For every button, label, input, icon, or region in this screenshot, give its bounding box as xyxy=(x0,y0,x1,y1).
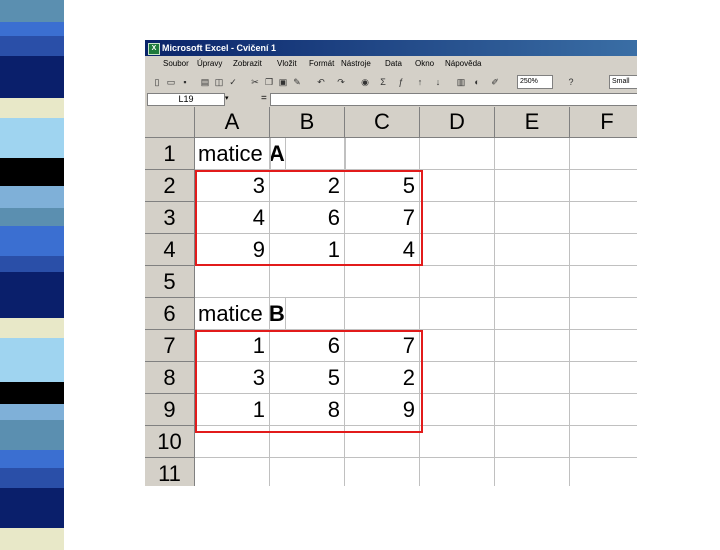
strip-block xyxy=(0,118,64,144)
strip-block xyxy=(0,488,64,512)
print-icon[interactable]: ▤ xyxy=(199,75,211,89)
menu-upravy[interactable]: Úpravy xyxy=(197,56,222,72)
spreadsheet-grid: A B C D E F 1 2 3 4 5 6 7 8 9 10 11 mati… xyxy=(145,107,637,486)
menu-format[interactable]: Formát xyxy=(309,56,334,72)
strip-block xyxy=(0,528,64,550)
menu-zobrazit[interactable]: Zobrazit xyxy=(233,56,262,72)
excel-icon: X xyxy=(148,43,160,55)
strip-block xyxy=(0,450,64,468)
spelling-icon[interactable]: ✓ xyxy=(227,75,239,89)
strip-block xyxy=(0,272,64,294)
menu-okno[interactable]: Okno xyxy=(415,56,434,72)
grid-line xyxy=(569,138,570,486)
strip-block xyxy=(0,186,64,208)
strip-block xyxy=(0,468,64,488)
function-icon[interactable]: ƒ xyxy=(395,75,407,89)
sort-desc-icon[interactable]: ↓ xyxy=(431,75,445,89)
column-header-c[interactable]: C xyxy=(345,107,420,137)
select-all-corner[interactable] xyxy=(145,107,195,137)
strip-block xyxy=(0,144,64,158)
column-header-e[interactable]: E xyxy=(495,107,570,137)
strip-block xyxy=(0,382,64,404)
strip-block xyxy=(0,318,64,338)
grid-line xyxy=(269,138,270,486)
new-icon[interactable]: ▯ xyxy=(151,75,163,89)
standard-toolbar: ▯ ▭ ▪ ▤ ◫ ✓ ✂ ❐ ▣ ✎ ↶ ↷ ◉ Σ ƒ ↑ ↓ ▥ ◐ ✐ … xyxy=(145,72,637,92)
formula-bar: L19 ▾ = xyxy=(145,92,637,106)
column-header-a[interactable]: A xyxy=(195,107,270,137)
cut-icon[interactable]: ✂ xyxy=(249,75,261,89)
strip-block xyxy=(0,208,64,226)
menu-bar: Soubor Úpravy Zobrazit Vložit Formát Nás… xyxy=(145,56,637,72)
window-title: Microsoft Excel - Cvičení 1 xyxy=(162,43,277,53)
name-box[interactable]: L19 xyxy=(147,93,225,106)
map-icon[interactable]: ◐ xyxy=(471,75,483,89)
zoom-select[interactable]: 250% xyxy=(517,75,553,89)
menu-napoveda[interactable]: Nápověda xyxy=(445,56,481,72)
strip-block xyxy=(0,0,64,22)
column-header-f[interactable]: F xyxy=(570,107,637,137)
chart-wizard-icon[interactable]: ▥ xyxy=(455,75,467,89)
column-headers: A B C D E F xyxy=(145,107,637,138)
strip-block xyxy=(0,420,64,450)
preview-icon[interactable]: ◫ xyxy=(213,75,225,89)
open-icon[interactable]: ▭ xyxy=(165,75,177,89)
undo-icon[interactable]: ↶ xyxy=(315,75,327,89)
redo-icon[interactable]: ↷ xyxy=(335,75,347,89)
strip-block xyxy=(0,256,64,272)
menu-vlozit[interactable]: Vložit xyxy=(277,56,297,72)
strip-block xyxy=(0,356,64,382)
strip-block xyxy=(0,98,64,118)
strip-block xyxy=(0,56,64,74)
strip-block xyxy=(0,512,64,528)
strip-block xyxy=(0,74,64,98)
menu-data[interactable]: Data xyxy=(385,56,402,72)
strip-block xyxy=(0,22,64,36)
menu-soubor[interactable]: Soubor xyxy=(163,56,189,72)
column-header-d[interactable]: D xyxy=(420,107,495,137)
formula-input[interactable] xyxy=(270,93,637,106)
font-select[interactable]: Small xyxy=(609,75,637,89)
help-icon[interactable]: ? xyxy=(565,75,577,89)
copy-icon[interactable]: ❐ xyxy=(263,75,275,89)
strip-block xyxy=(0,338,64,356)
grid-line xyxy=(344,138,345,486)
strip-block xyxy=(0,294,64,318)
strip-block xyxy=(0,36,64,56)
chevron-down-icon[interactable]: ▾ xyxy=(225,93,233,104)
drawing-icon[interactable]: ✐ xyxy=(489,75,501,89)
grid-line xyxy=(419,138,420,486)
strip-block xyxy=(0,158,64,186)
autosum-icon[interactable]: Σ xyxy=(377,75,389,89)
hyperlink-icon[interactable]: ◉ xyxy=(359,75,371,89)
menu-nastroje[interactable]: Nástroje xyxy=(341,56,371,72)
column-header-b[interactable]: B xyxy=(270,107,345,137)
title-bar: X Microsoft Excel - Cvičení 1 xyxy=(145,40,637,56)
paste-icon[interactable]: ▣ xyxy=(277,75,289,89)
formula-equals[interactable]: = xyxy=(261,92,267,106)
strip-block xyxy=(0,404,64,420)
grid-line xyxy=(494,138,495,486)
decorative-strip xyxy=(0,0,64,550)
grid-lines xyxy=(145,138,637,486)
save-icon[interactable]: ▪ xyxy=(179,75,191,89)
excel-window: X Microsoft Excel - Cvičení 1 Soubor Úpr… xyxy=(145,40,637,486)
format-painter-icon[interactable]: ✎ xyxy=(291,75,303,89)
strip-block xyxy=(0,226,64,256)
sort-asc-icon[interactable]: ↑ xyxy=(413,75,427,89)
